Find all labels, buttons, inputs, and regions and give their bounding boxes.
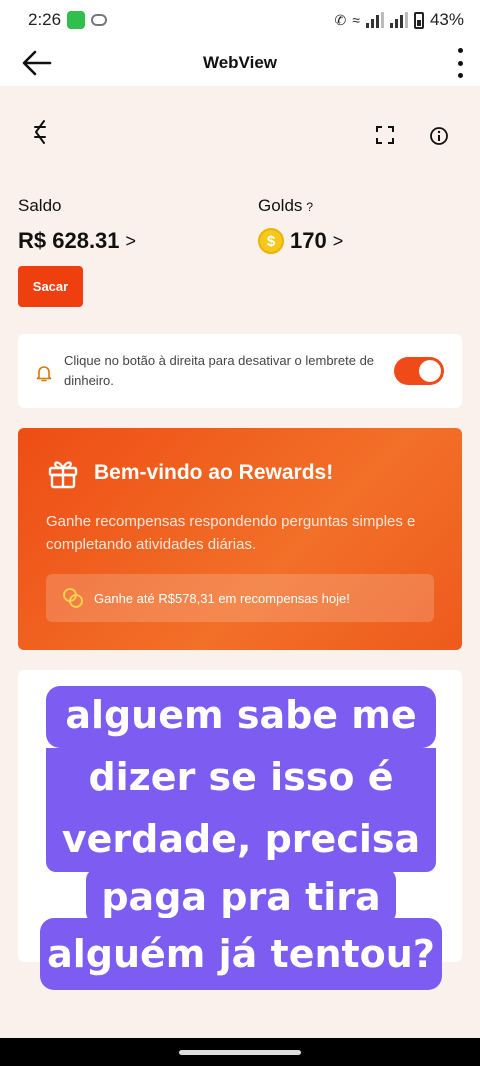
wifi-icon: ≈ [352,12,360,28]
caption-line-3: verdade, precisa [46,810,436,872]
signal-2-icon [389,12,408,28]
more-options-icon[interactable] [456,48,464,78]
status-bar: 2:26 ✆ ≈ 43% [0,0,480,40]
golds-label-text: Golds [258,196,303,215]
caption-line-4: paga pra tira [86,868,396,924]
gold-coin-icon: $ [258,228,284,254]
wifi-call-icon: ✆ [334,11,347,28]
app-bar-title: WebView [202,53,277,72]
balance-chevron-icon: > [125,230,137,251]
app-notification-icon [67,11,86,29]
back-arrow-icon[interactable] [20,46,54,80]
rewards-earn-text: Ganhe até R$578,31 em recompensas hoje! [94,590,350,606]
golds-help-icon[interactable]: ? [306,200,313,214]
balance-value: R$ 628.31 [18,228,120,253]
golds-amount-link[interactable]: $ 170 > [258,228,343,254]
golds-label: Golds? [258,196,343,216]
cashout-button[interactable]: Sacar [18,266,83,307]
info-icon[interactable] [429,126,449,146]
golds-value: 170 [290,228,327,253]
system-nav-bar [0,1038,480,1066]
golds-chevron-icon: > [332,230,344,251]
balance-section: Saldo R$ 628.31 > [18,196,136,254]
caption-line-2: dizer se isso é [46,748,436,810]
rewards-welcome-card: Bem-vindo ao Rewards! Ganhe recompensas … [18,428,462,650]
battery-percent: 43% [429,10,464,29]
money-reminder-card: Clique no botão à direita para desativar… [18,334,462,408]
rewards-description: Ganhe recompensas respondendo perguntas … [46,513,416,553]
signal-icon [365,12,384,28]
reminder-text: Clique no botão à direita para desativar… [64,353,375,388]
language-icon[interactable] [30,118,52,146]
caption-line-1: alguem sabe me [46,686,436,748]
rewards-earn-banner: Ganhe até R$578,31 em recompensas hoje! [46,574,434,622]
fullscreen-icon[interactable] [376,126,394,144]
bell-icon [36,366,52,382]
gift-icon [48,461,78,489]
rewards-title: Bem-vindo ao Rewards! [94,461,334,484]
status-time: 2:26 [28,10,62,29]
caption-line-5: alguém já tentou? [40,918,442,990]
coins-icon [63,588,83,608]
reminder-toggle[interactable] [394,357,444,385]
cloud-notification-icon [91,14,108,26]
app-bar: WebView [0,40,480,86]
balance-amount-link[interactable]: R$ 628.31 > [18,228,136,254]
toggle-knob [419,360,441,382]
balance-label: Saldo [18,196,62,215]
home-gesture-handle[interactable] [179,1050,301,1055]
battery-icon [413,11,424,29]
golds-section: Golds? $ 170 > [258,196,343,254]
